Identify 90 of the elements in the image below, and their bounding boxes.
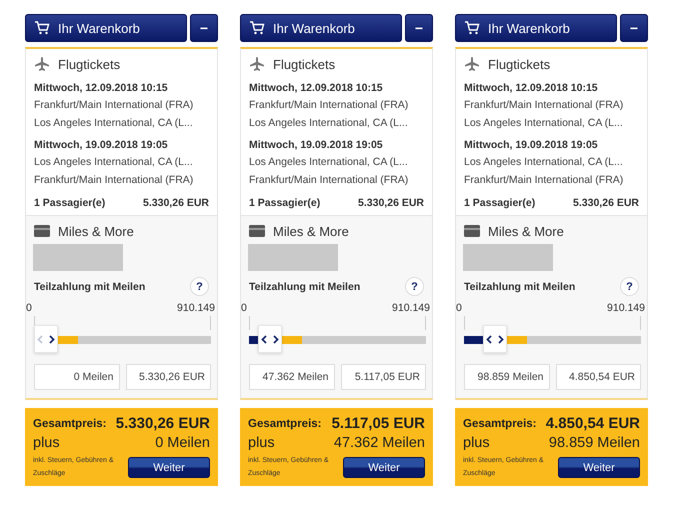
slider-thumb[interactable]: [483, 325, 508, 353]
flight-date: Mittwoch, 12.09.2018 10:15: [249, 81, 384, 96]
card-icon: [249, 225, 265, 237]
help-button[interactable]: ?: [620, 277, 639, 296]
airport-text: Frankfurt/Main International (FRA): [464, 173, 624, 188]
chevron-right-icon: [49, 334, 55, 344]
max-label: 910.149: [607, 302, 645, 314]
airport-text: Los Angeles International, CA (L...: [249, 116, 409, 131]
help-button[interactable]: ?: [190, 277, 209, 296]
section-title: Miles & More: [273, 224, 349, 238]
help-button[interactable]: ?: [405, 277, 424, 296]
slider-thumb[interactable]: [34, 325, 58, 353]
partial-payment-label: Teilzahlung mit Meilen: [464, 280, 576, 292]
airport-text: Los Angeles International, CA (L...: [34, 116, 194, 131]
flight-date: Mittwoch, 12.09.2018 10:15: [464, 81, 599, 96]
cart-icon: [34, 21, 50, 35]
min-label: 0: [456, 302, 462, 314]
chevron-right-icon: [273, 334, 280, 344]
partial-payment-label: Teilzahlung mit Meilen: [249, 280, 360, 292]
passenger-count: 1 Passagier(e): [249, 197, 320, 209]
total-price: 5.330,26 EUR: [116, 415, 210, 432]
flight-date: Mittwoch, 19.09.2018 19:05: [464, 138, 599, 153]
section-title: Flugtickets: [273, 56, 336, 72]
total-miles: 0 Meilen: [155, 435, 210, 451]
section-title: Miles & More: [58, 224, 134, 238]
slider-highlight: [58, 336, 78, 344]
price-input[interactable]: 4.850,54 EUR: [556, 364, 641, 390]
passenger-count: 1 Passagier(e): [34, 197, 106, 209]
collapse-button[interactable]: −: [620, 14, 648, 42]
chevron-right-icon: [498, 334, 504, 344]
slider-highlight: [282, 336, 302, 344]
total-price: 5.117,05 EUR: [332, 415, 425, 432]
miles-input[interactable]: 98.859 Meilen: [464, 364, 550, 390]
miles-input[interactable]: 47.362 Meilen: [249, 364, 334, 390]
card-icon: [464, 225, 480, 237]
airport-text: Frankfurt/Main International (FRA): [464, 98, 624, 113]
total-miles: 47.362 Meilen: [334, 435, 425, 451]
total-label: Gesamtpreis:: [463, 418, 537, 430]
flight-date: Mittwoch, 19.09.2018 19:05: [249, 138, 384, 153]
plus-label: plus: [463, 435, 490, 451]
section-title: Flugtickets: [58, 56, 120, 72]
slider-thumb[interactable]: [258, 325, 282, 353]
miles-input[interactable]: 0 Meilen: [34, 364, 120, 390]
cart-icon: [464, 21, 480, 35]
collapse-button[interactable]: −: [190, 14, 218, 42]
cart-header-button[interactable]: Ihr Warenkorb: [455, 14, 617, 42]
chevron-left-icon: [261, 334, 268, 344]
continue-button[interactable]: Weiter: [558, 457, 640, 478]
flight-date: Mittwoch, 12.09.2018 10:15: [34, 81, 169, 96]
max-label: 910.149: [392, 302, 430, 314]
passenger-price: 5.330,26 EUR: [143, 197, 209, 209]
chevron-left-icon: [37, 334, 43, 344]
passenger-price: 5.330,26 EUR: [573, 197, 639, 209]
continue-button[interactable]: Weiter: [343, 457, 425, 478]
airport-text: Los Angeles International, CA (L...: [34, 155, 194, 170]
cart-icon: [249, 21, 265, 35]
total-miles: 98.859 Meilen: [548, 435, 640, 451]
airport-text: Frankfurt/Main International (FRA): [34, 173, 194, 188]
airport-text: Los Angeles International, CA (L...: [464, 155, 624, 170]
partial-payment-label: Teilzahlung mit Meilen: [34, 280, 146, 292]
airport-text: Frankfurt/Main International (FRA): [249, 173, 410, 188]
airplane-icon: [34, 56, 50, 72]
price-input[interactable]: 5.117,05 EUR: [340, 364, 426, 390]
plus-label: plus: [248, 435, 275, 451]
airport-text: Los Angeles International, CA (L...: [464, 116, 624, 131]
airport-text: Frankfurt/Main International (FRA): [34, 98, 194, 113]
total-label: Gesamtpreis:: [248, 418, 322, 430]
section-title: Miles & More: [488, 224, 564, 238]
collapse-button[interactable]: −: [405, 14, 433, 42]
airplane-icon: [464, 56, 480, 72]
min-label: 0: [241, 302, 247, 314]
plus-label: plus: [33, 435, 60, 451]
airport-text: Frankfurt/Main International (FRA): [249, 98, 410, 113]
flight-date: Mittwoch, 19.09.2018 19:05: [34, 138, 169, 153]
cart-header-button[interactable]: Ihr Warenkorb: [25, 14, 187, 42]
passenger-price: 5.330,26 EUR: [358, 197, 424, 209]
price-input[interactable]: 5.330,26 EUR: [126, 364, 211, 390]
airplane-icon: [249, 56, 265, 72]
total-label: Gesamtpreis:: [33, 418, 107, 430]
passenger-count: 1 Passagier(e): [464, 197, 536, 209]
slider-highlight: [507, 336, 528, 344]
cart-header-button[interactable]: Ihr Warenkorb: [240, 14, 402, 42]
continue-button[interactable]: Weiter: [128, 457, 210, 478]
airport-text: Los Angeles International, CA (L...: [249, 155, 409, 170]
total-price: 4.850,54 EUR: [546, 415, 640, 432]
chevron-left-icon: [486, 334, 492, 344]
max-label: 910.149: [177, 302, 215, 314]
section-title: Flugtickets: [488, 56, 550, 72]
card-icon: [34, 225, 50, 237]
min-label: 0: [26, 302, 32, 314]
